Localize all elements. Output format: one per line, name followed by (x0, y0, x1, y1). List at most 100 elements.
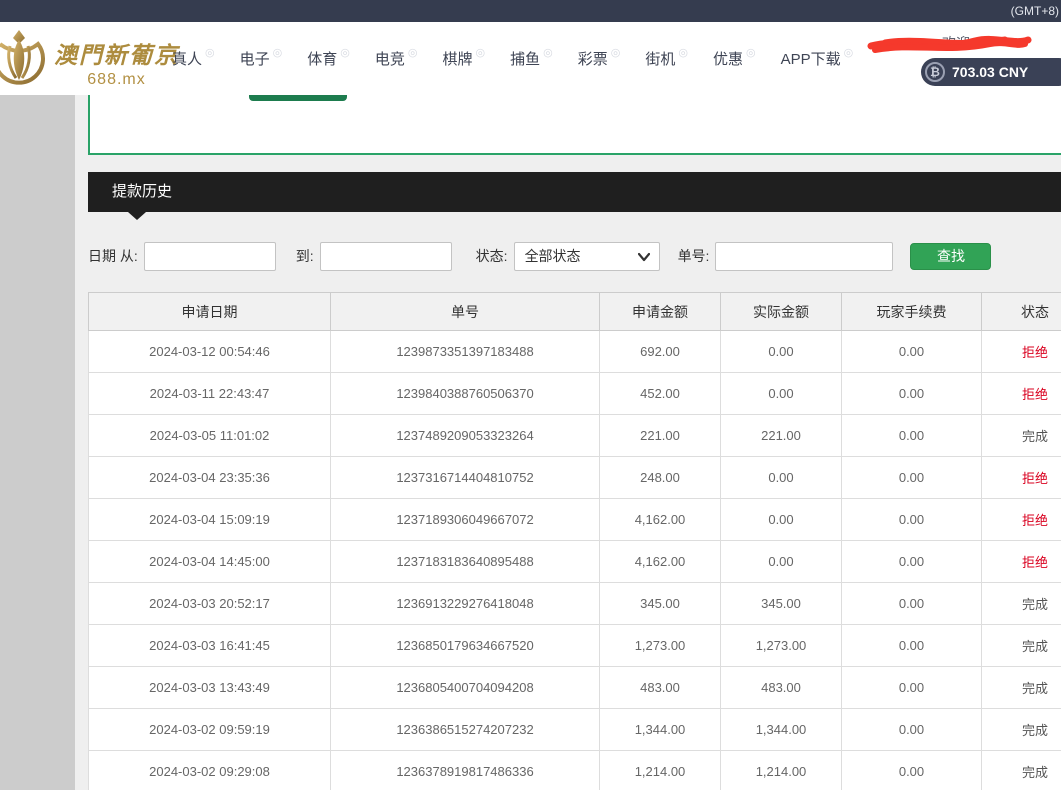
date-to-label: 到: (296, 246, 314, 266)
col-header-applied-amount: 申请金额 (600, 293, 721, 331)
balance-pill[interactable]: ₿ 703.03 CNY (921, 58, 1061, 86)
cell-actual-amount: 0.00 (721, 499, 842, 541)
circle-icon: ◎ (844, 46, 854, 59)
date-from-label: 日期 从: (88, 246, 138, 266)
cell-actual-amount: 1,273.00 (721, 625, 842, 667)
circle-icon: ◎ (543, 46, 553, 59)
cell-actual-amount: 0.00 (721, 541, 842, 583)
circle-icon: ◎ (678, 46, 688, 59)
cell-applied-amount: 4,162.00 (600, 541, 721, 583)
cell-actual-amount: 0.00 (721, 373, 842, 415)
nav-item-sports[interactable]: 体育◎ (307, 48, 350, 69)
cell-status: 拒绝 (982, 457, 1061, 499)
circle-icon: ◎ (273, 46, 283, 59)
site-logo[interactable]: 澳門新葡京 688.mx (0, 24, 179, 90)
cell-applied-amount: 345.00 (600, 583, 721, 625)
date-from-input[interactable] (144, 242, 276, 271)
circle-icon: ◎ (476, 46, 486, 59)
cell-date: 2024-03-04 23:35:36 (89, 457, 331, 499)
withdrawal-table-body: 2024-03-12 00:54:46123987335139718348869… (89, 331, 1061, 790)
cell-actual-amount: 0.00 (721, 457, 842, 499)
logo-text: 澳門新葡京 688.mx (54, 24, 179, 90)
table-row: 2024-03-11 22:43:47123984038876050637045… (89, 373, 1061, 415)
cell-status: 完成 (982, 709, 1061, 751)
cell-order-number: 1236378919817486336 (331, 751, 600, 790)
cell-order-number: 1237489209053323264 (331, 415, 600, 457)
order-number-label: 单号: (678, 246, 710, 266)
circle-icon: ◎ (205, 46, 215, 59)
nav-item-app-download[interactable]: APP下载◎ (781, 48, 854, 69)
cell-actual-amount: 345.00 (721, 583, 842, 625)
status-select-value: 全部状态 (525, 248, 581, 264)
cell-player-fee: 0.00 (842, 667, 982, 709)
table-row: 2024-03-03 16:41:451236850179634667520 1,… (89, 625, 1061, 667)
nav-item-arcade[interactable]: 街机◎ (645, 48, 688, 69)
balance-amount: 703.03 CNY (952, 64, 1028, 80)
logo-title: 澳門新葡京 (54, 36, 179, 70)
cell-order-number: 1236913229276418048 (331, 583, 600, 625)
cell-date: 2024-03-02 09:59:19 (89, 709, 331, 751)
withdrawal-history-table: 申请日期 单号 申请金额 实际金额 玩家手续费 状态 2024-03-12 00… (88, 292, 1061, 790)
table-header-row: 申请日期 单号 申请金额 实际金额 玩家手续费 状态 (89, 293, 1061, 331)
cell-applied-amount: 1,214.00 (600, 751, 721, 790)
nav-item-live[interactable]: 真人◎ (172, 48, 215, 69)
cell-player-fee: 0.00 (842, 331, 982, 373)
cell-date: 2024-03-04 15:09:19 (89, 499, 331, 541)
cell-applied-amount: 4,162.00 (600, 499, 721, 541)
cell-order-number: 1236386515274207232 (331, 709, 600, 751)
cell-date: 2024-03-03 13:43:49 (89, 667, 331, 709)
section-header: 提款历史 (88, 172, 1061, 212)
cell-order-number: 1237183183640895488 (331, 541, 600, 583)
form-panel (88, 95, 1061, 155)
col-header-date: 申请日期 (89, 293, 331, 331)
table-row: 2024-03-03 13:43:49123680540070409420848… (89, 667, 1061, 709)
cell-player-fee: 0.00 (842, 583, 982, 625)
status-select[interactable]: 全部状态 (514, 242, 660, 271)
cell-status: 完成 (982, 415, 1061, 457)
cell-player-fee: 0.00 (842, 499, 982, 541)
cell-actual-amount: 1,214.00 (721, 751, 842, 790)
cell-actual-amount: 0.00 (721, 331, 842, 373)
cell-player-fee: 0.00 (842, 457, 982, 499)
cell-applied-amount: 221.00 (600, 415, 721, 457)
cell-date: 2024-03-12 00:54:46 (89, 331, 331, 373)
cell-status: 拒绝 (982, 499, 1061, 541)
cell-date: 2024-03-04 14:45:00 (89, 541, 331, 583)
bitcoin-icon: ₿ (925, 62, 945, 82)
cell-date: 2024-03-03 16:41:45 (89, 625, 331, 667)
site-header: 澳門新葡京 688.mx 真人◎ 电子◎ 体育◎ 电竞◎ 棋牌◎ 捕鱼◎ 彩票◎… (0, 22, 1061, 95)
nav-item-promo[interactable]: 优惠◎ (713, 48, 756, 69)
cell-applied-amount: 483.00 (600, 667, 721, 709)
cell-player-fee: 0.00 (842, 751, 982, 790)
table-row: 2024-03-12 00:54:46123987335139718348869… (89, 331, 1061, 373)
left-gutter (0, 95, 75, 790)
nav-item-lottery[interactable]: 彩票◎ (578, 48, 621, 69)
cell-applied-amount: 248.00 (600, 457, 721, 499)
table-row: 2024-03-04 23:35:36123731671440481075224… (89, 457, 1061, 499)
table-row: 2024-03-03 20:52:17123691322927641804834… (89, 583, 1061, 625)
cell-applied-amount: 1,344.00 (600, 709, 721, 751)
filter-bar: 日期 从: 到: 状态: 全部状态 单号: 查找 (88, 241, 1061, 271)
cell-status: 完成 (982, 751, 1061, 790)
order-number-input[interactable] (715, 242, 893, 271)
redaction-scribble (865, 31, 1035, 57)
nav-item-slots[interactable]: 电子◎ (240, 48, 283, 69)
cell-order-number: 1236850179634667520 (331, 625, 600, 667)
col-header-order: 单号 (331, 293, 600, 331)
nav-item-esports[interactable]: 电竞◎ (375, 48, 418, 69)
nav-item-fishing[interactable]: 捕鱼◎ (510, 48, 553, 69)
cell-player-fee: 0.00 (842, 625, 982, 667)
search-button[interactable]: 查找 (910, 243, 991, 270)
table-row: 2024-03-02 09:59:1912363865152742072321,… (89, 709, 1061, 751)
nav-item-cards[interactable]: 棋牌◎ (443, 48, 486, 69)
cell-applied-amount: 692.00 (600, 331, 721, 373)
cell-actual-amount: 221.00 (721, 415, 842, 457)
table-row: 2024-03-04 15:09:1912371893060496670724,… (89, 499, 1061, 541)
main-nav: 真人◎ 电子◎ 体育◎ 电竞◎ 棋牌◎ 捕鱼◎ 彩票◎ 街机◎ 优惠◎ APP下… (172, 22, 878, 95)
cell-status: 完成 (982, 667, 1061, 709)
table-row: 2024-03-04 14:45:0012371831836408954884,… (89, 541, 1061, 583)
cell-actual-amount: 483.00 (721, 667, 842, 709)
cell-date: 2024-03-11 22:43:47 (89, 373, 331, 415)
date-to-input[interactable] (320, 242, 452, 271)
chevron-down-icon (638, 252, 650, 262)
